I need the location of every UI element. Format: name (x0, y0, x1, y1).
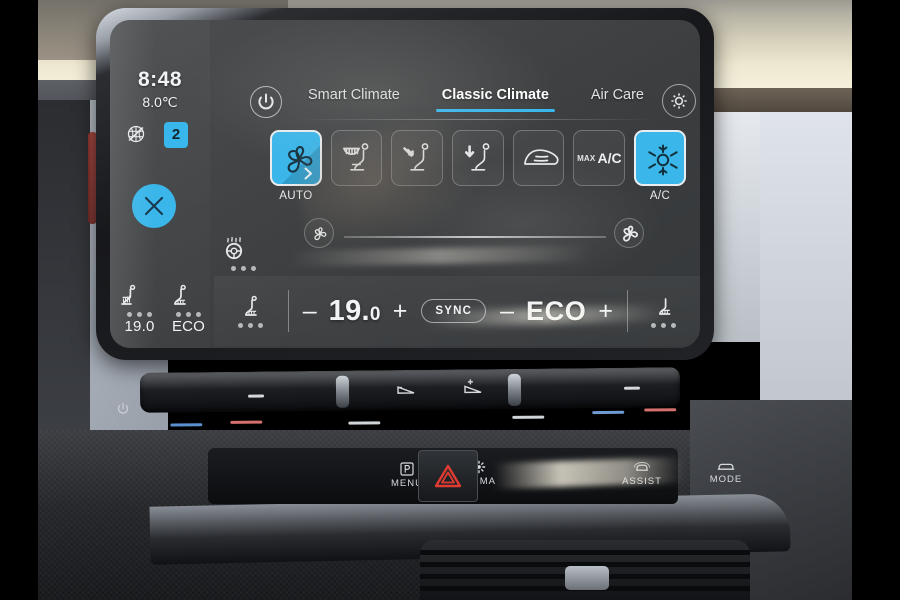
car-mode-icon (717, 463, 735, 470)
park-p-icon (400, 462, 414, 476)
assist-label: ASSIST (622, 476, 662, 487)
slider-blue-indicator-2 (592, 410, 625, 415)
volume-down-icon[interactable] (396, 381, 418, 397)
assist-button[interactable]: ASSIST (614, 460, 670, 487)
car-assist-icon (633, 462, 651, 471)
mode-button[interactable]: MODE (698, 460, 754, 485)
hardware-power-button[interactable] (114, 400, 132, 418)
air-vent (420, 540, 750, 600)
slider-center-indicator-2 (512, 415, 545, 419)
slider-blue-indicator (170, 423, 203, 427)
slider-red-indicator-2 (644, 408, 677, 412)
slider-center-indicator (348, 421, 381, 425)
letterbox-left (0, 0, 38, 600)
slider-red-indicator (230, 420, 263, 424)
hazard-button[interactable] (418, 450, 478, 502)
temperature-slider-right[interactable] (507, 373, 522, 406)
photo-scene: 8:48 8.0℃ 2 (0, 0, 900, 600)
edge-reflection (110, 20, 156, 348)
temperature-slider-left[interactable] (335, 375, 350, 408)
slider-tick-left (248, 394, 265, 398)
hazard-triangle-icon (434, 464, 462, 488)
power-icon (117, 402, 129, 414)
volume-up-icon[interactable] (462, 378, 486, 396)
mode-label: MODE (709, 474, 743, 485)
hardware-slider-bar[interactable] (139, 367, 681, 427)
vent-knob[interactable] (565, 566, 609, 590)
letterbox-right (852, 0, 900, 600)
slider-tick-right (623, 386, 641, 390)
touchscreen[interactable]: 8:48 8.0℃ 2 (110, 20, 700, 348)
infotainment-unit: 8:48 8.0℃ 2 (96, 8, 741, 508)
